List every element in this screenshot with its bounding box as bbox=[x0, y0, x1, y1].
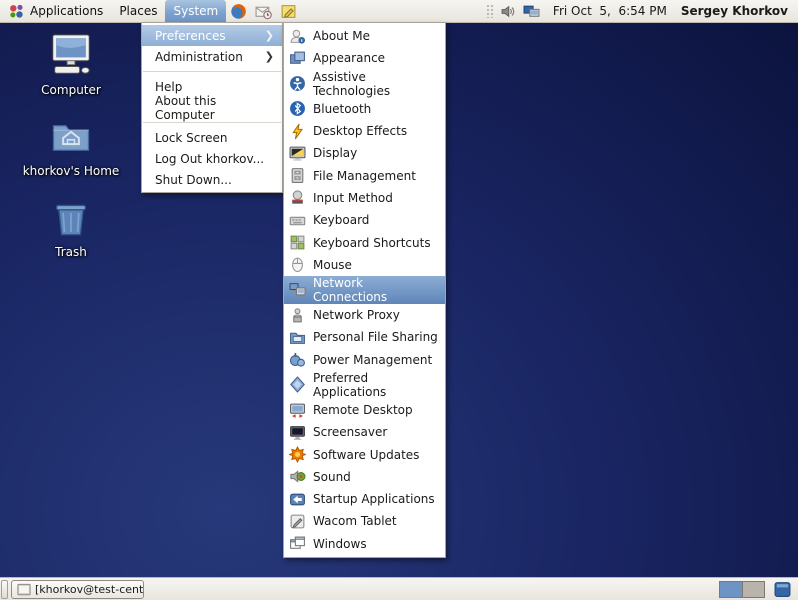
workspace-2[interactable] bbox=[742, 582, 764, 597]
preferences-menu-item-about-me[interactable]: About Me bbox=[284, 25, 445, 47]
preferences-menu-item-assistive-technologies[interactable]: Assistive Technologies bbox=[284, 70, 445, 98]
computer-icon bbox=[48, 32, 94, 81]
volume-icon bbox=[500, 3, 517, 20]
clock-applet[interactable]: Fri Oct 5, 6:54 PM bbox=[543, 4, 677, 18]
firefox-icon bbox=[230, 3, 247, 20]
preferences-menu-item-network-proxy[interactable]: Network Proxy bbox=[284, 304, 445, 326]
desktop-icon-label: Trash bbox=[55, 245, 87, 259]
display-icon bbox=[289, 145, 306, 162]
window-icon bbox=[774, 581, 791, 598]
tray-drag-handle[interactable] bbox=[486, 4, 494, 18]
input-method-icon bbox=[289, 189, 306, 206]
keyboard-icon bbox=[289, 212, 306, 229]
preferences-submenu: About Me Appearance Assistive Technologi… bbox=[283, 22, 446, 558]
gedit-launcher[interactable] bbox=[276, 0, 301, 22]
desktop-icon-label: khorkov's Home bbox=[23, 164, 120, 178]
sound-icon bbox=[289, 468, 306, 485]
preferences-menu-item-network-connections[interactable]: Network Connections bbox=[284, 276, 445, 304]
system-menu-button[interactable]: System bbox=[165, 0, 226, 22]
preferences-menu-item-preferred-applications[interactable]: Preferred Applications bbox=[284, 371, 445, 399]
network-proxy-icon bbox=[289, 307, 306, 324]
preferences-menu-item-windows[interactable]: Windows bbox=[284, 533, 445, 555]
user-switcher[interactable]: Sergey Khorkov bbox=[677, 4, 798, 18]
remote-desktop-icon bbox=[289, 402, 306, 419]
preferences-menu-item-remote-desktop[interactable]: Remote Desktop bbox=[284, 399, 445, 421]
preferences-menu-item-desktop-effects[interactable]: Desktop Effects bbox=[284, 120, 445, 142]
desktop-icon-label: Computer bbox=[41, 83, 101, 97]
preferences-menu-item-input-method[interactable]: Input Method bbox=[284, 187, 445, 209]
evolution-launcher[interactable] bbox=[251, 0, 276, 22]
system-menu-label: System bbox=[173, 4, 218, 18]
menu-separator bbox=[143, 122, 281, 123]
system-menu-item-preferences[interactable]: Preferences bbox=[142, 25, 282, 46]
volume-applet[interactable] bbox=[497, 0, 520, 22]
evolution-icon bbox=[255, 3, 272, 20]
preferences-menu-item-wacom-tablet[interactable]: Wacom Tablet bbox=[284, 510, 445, 532]
bottom-panel: [khorkov@test-centos:... bbox=[0, 577, 798, 600]
system-menu-item-shut-down[interactable]: Shut Down... bbox=[142, 169, 282, 190]
assistive-technologies-icon bbox=[289, 75, 306, 92]
menu-separator bbox=[143, 71, 281, 72]
trash-icon bbox=[50, 198, 92, 243]
personal-file-sharing-icon bbox=[289, 329, 306, 346]
preferences-menu-item-bluetooth[interactable]: Bluetooth bbox=[284, 98, 445, 120]
desktop-icon-trash[interactable]: Trash bbox=[12, 198, 130, 259]
show-desktop-button[interactable] bbox=[1, 580, 8, 599]
system-menu-item-log-out-khorkov[interactable]: Log Out khorkov... bbox=[142, 148, 282, 169]
wacom-tablet-icon bbox=[289, 513, 306, 530]
home-folder-icon bbox=[50, 117, 92, 162]
preferences-menu-item-mouse[interactable]: Mouse bbox=[284, 254, 445, 276]
about-me-icon bbox=[289, 28, 306, 45]
system-menu-item-lock-screen[interactable]: Lock Screen bbox=[142, 127, 282, 148]
preferences-menu-item-keyboard[interactable]: Keyboard bbox=[284, 209, 445, 231]
desktop-effects-icon bbox=[289, 123, 306, 140]
taskbar-window-title: [khorkov@test-centos:... bbox=[35, 583, 144, 596]
desktop-icon-home[interactable]: khorkov's Home bbox=[12, 117, 130, 178]
screensaver-icon bbox=[289, 424, 306, 441]
startup-applications-icon bbox=[289, 491, 306, 508]
system-tray: Fri Oct 5, 6:54 PM Sergey Khorkov bbox=[486, 0, 798, 22]
preferences-menu-item-software-updates[interactable]: Software Updates bbox=[284, 443, 445, 465]
applications-menu[interactable]: Applications bbox=[0, 0, 111, 22]
preferences-menu-item-appearance[interactable]: Appearance bbox=[284, 47, 445, 69]
system-menu-item-administration[interactable]: Administration bbox=[142, 46, 282, 67]
keyboard-shortcuts-icon bbox=[289, 234, 306, 251]
desktop-icon-computer[interactable]: Computer bbox=[12, 32, 130, 97]
preferences-menu-item-screensaver[interactable]: Screensaver bbox=[284, 421, 445, 443]
preferences-menu-item-file-management[interactable]: File Management bbox=[284, 164, 445, 186]
taskbar-window-button[interactable]: [khorkov@test-centos:... bbox=[11, 580, 144, 599]
preferences-menu-item-keyboard-shortcuts[interactable]: Keyboard Shortcuts bbox=[284, 231, 445, 253]
power-management-icon bbox=[289, 351, 306, 368]
workspace-switcher bbox=[719, 581, 765, 598]
preferences-menu-item-sound[interactable]: Sound bbox=[284, 466, 445, 488]
gedit-icon bbox=[280, 3, 297, 20]
window-selector-applet[interactable] bbox=[771, 581, 794, 598]
preferences-menu-item-personal-file-sharing[interactable]: Personal File Sharing bbox=[284, 326, 445, 348]
workspace-1[interactable] bbox=[720, 582, 742, 597]
preferred-applications-icon bbox=[289, 376, 306, 393]
windows-icon bbox=[289, 535, 306, 552]
network-applet[interactable] bbox=[520, 0, 543, 22]
software-updates-icon bbox=[289, 446, 306, 463]
bluetooth-icon bbox=[289, 100, 306, 117]
preferences-menu-item-power-management[interactable]: Power Management bbox=[284, 349, 445, 371]
applications-menu-label: Applications bbox=[30, 4, 103, 18]
system-menu-dropdown: Preferences Administration Help About th… bbox=[141, 22, 283, 193]
mouse-icon bbox=[289, 256, 306, 273]
places-menu[interactable]: Places bbox=[111, 0, 165, 22]
file-management-icon bbox=[289, 167, 306, 184]
applications-icon bbox=[8, 3, 25, 20]
preferences-menu-item-startup-applications[interactable]: Startup Applications bbox=[284, 488, 445, 510]
appearance-icon bbox=[289, 50, 306, 67]
network-connections-icon bbox=[289, 281, 306, 298]
network-tray-icon bbox=[523, 3, 540, 20]
places-menu-label: Places bbox=[119, 4, 157, 18]
terminal-icon bbox=[17, 582, 31, 596]
desktop-icon-area: Computer khorkov's Home Trash bbox=[12, 32, 130, 279]
firefox-launcher[interactable] bbox=[226, 0, 251, 22]
system-menu-item-about-this-computer[interactable]: About this Computer bbox=[142, 97, 282, 118]
top-panel: Applications Places System Fri Oct 5, 6:… bbox=[0, 0, 798, 23]
preferences-menu-item-display[interactable]: Display bbox=[284, 142, 445, 164]
